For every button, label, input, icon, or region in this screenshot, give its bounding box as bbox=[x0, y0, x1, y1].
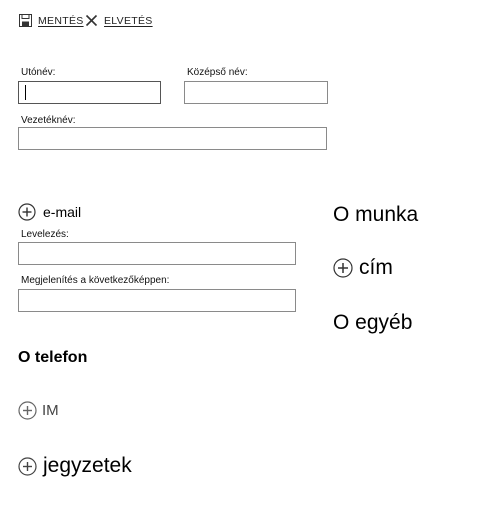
add-im-button[interactable]: IM bbox=[18, 401, 59, 420]
add-notes-label: jegyzetek bbox=[43, 454, 132, 477]
phone-option[interactable]: O telefon bbox=[18, 349, 87, 367]
mail-field[interactable] bbox=[18, 242, 296, 265]
discard-button[interactable]: ELVETÉS bbox=[85, 12, 153, 30]
save-label: MENTÉS bbox=[38, 15, 84, 27]
display-as-label: Megjelenítés a következőképpen: bbox=[21, 275, 170, 286]
add-address-label: cím bbox=[359, 256, 393, 279]
middle-name-label: Középső név: bbox=[187, 67, 248, 78]
add-email-label: e-mail bbox=[43, 204, 82, 220]
discard-label: ELVETÉS bbox=[104, 15, 153, 27]
last-name-label: Vezetéknév: bbox=[21, 115, 76, 126]
add-notes-button[interactable]: jegyzetek bbox=[18, 454, 132, 478]
first-name-field[interactable] bbox=[18, 81, 161, 104]
add-im-label: IM bbox=[42, 402, 59, 419]
save-button[interactable]: MENTÉS bbox=[19, 12, 84, 30]
add-email-button[interactable]: e-mail bbox=[18, 203, 81, 221]
plus-circle-icon bbox=[333, 258, 353, 278]
plus-circle-icon bbox=[18, 456, 37, 476]
first-name-label: Utónév: bbox=[21, 67, 56, 78]
middle-name-field[interactable] bbox=[184, 81, 328, 104]
add-address-button[interactable]: cím bbox=[333, 256, 393, 280]
work-option[interactable]: O munka bbox=[333, 203, 418, 227]
last-name-field[interactable] bbox=[18, 127, 327, 150]
other-option[interactable]: O egyéb bbox=[333, 311, 412, 335]
plus-circle-icon bbox=[18, 401, 37, 420]
plus-circle-icon bbox=[18, 203, 36, 221]
save-disk-icon bbox=[19, 14, 33, 28]
display-as-field[interactable] bbox=[18, 289, 296, 312]
close-icon bbox=[85, 14, 99, 28]
mail-label: Levelezés: bbox=[21, 229, 69, 240]
text-caret bbox=[25, 85, 26, 100]
